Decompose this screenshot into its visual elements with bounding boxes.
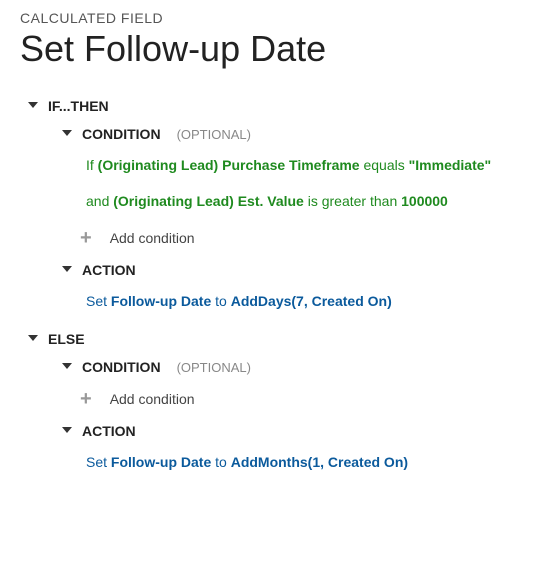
else-condition-header[interactable]: CONDITION (OPTIONAL) <box>62 359 513 375</box>
action-field: Follow-up Date <box>111 293 211 309</box>
if-condition-section: CONDITION (OPTIONAL) If (Originating Lea… <box>62 126 513 248</box>
condition-operator: equals <box>360 157 409 173</box>
add-condition-button[interactable]: + Add condition <box>80 228 513 248</box>
condition-label: CONDITION <box>82 126 161 142</box>
else-condition-section: CONDITION (OPTIONAL) + Add condition <box>62 359 513 409</box>
action-func: AddMonths(1, Created On) <box>231 454 408 470</box>
chevron-down-icon <box>28 335 38 341</box>
chevron-down-icon <box>62 130 72 136</box>
page-title: Set Follow-up Date <box>20 28 513 70</box>
action-prefix: Set <box>86 454 111 470</box>
action-mid: to <box>211 454 230 470</box>
if-then-header[interactable]: IF...THEN <box>28 98 513 114</box>
condition-field: (Originating Lead) Purchase Timeframe <box>98 157 360 173</box>
action-func: AddDays(7, Created On) <box>231 293 392 309</box>
condition-label: CONDITION <box>82 359 161 375</box>
chevron-down-icon <box>62 266 72 272</box>
plus-icon: + <box>80 228 92 248</box>
plus-icon: + <box>80 389 92 409</box>
else-action-line[interactable]: Set Follow-up Date to AddMonths(1, Creat… <box>86 451 513 475</box>
condition-line-1[interactable]: If (Originating Lead) Purchase Timeframe… <box>86 154 513 178</box>
condition-value: 100000 <box>401 193 448 209</box>
chevron-down-icon <box>28 102 38 108</box>
add-condition-label: Add condition <box>110 391 195 407</box>
action-prefix: Set <box>86 293 111 309</box>
if-action-section: ACTION Set Follow-up Date to AddDays(7, … <box>62 262 513 314</box>
page-subtitle: CALCULATED FIELD <box>20 10 513 26</box>
else-action-section: ACTION Set Follow-up Date to AddMonths(1… <box>62 423 513 475</box>
else-action-header[interactable]: ACTION <box>62 423 513 439</box>
chevron-down-icon <box>62 427 72 433</box>
condition-prefix: If <box>86 157 98 173</box>
add-condition-label: Add condition <box>110 230 195 246</box>
condition-value: "Immediate" <box>409 157 492 173</box>
action-label: ACTION <box>82 423 136 439</box>
optional-label: (OPTIONAL) <box>177 127 251 142</box>
if-action-header[interactable]: ACTION <box>62 262 513 278</box>
if-then-label: IF...THEN <box>48 98 109 114</box>
condition-operator: is greater than <box>304 193 401 209</box>
else-section: ELSE CONDITION (OPTIONAL) + Add conditio… <box>28 331 513 475</box>
optional-label: (OPTIONAL) <box>177 360 251 375</box>
action-field: Follow-up Date <box>111 454 211 470</box>
condition-prefix: and <box>86 193 113 209</box>
if-action-line[interactable]: Set Follow-up Date to AddDays(7, Created… <box>86 290 513 314</box>
action-mid: to <box>211 293 230 309</box>
condition-line-2[interactable]: and (Originating Lead) Est. Value is gre… <box>86 190 513 214</box>
add-condition-button[interactable]: + Add condition <box>80 389 513 409</box>
if-then-section: IF...THEN CONDITION (OPTIONAL) If (Origi… <box>28 98 513 313</box>
chevron-down-icon <box>62 363 72 369</box>
else-header[interactable]: ELSE <box>28 331 513 347</box>
condition-field: (Originating Lead) Est. Value <box>113 193 304 209</box>
if-condition-header[interactable]: CONDITION (OPTIONAL) <box>62 126 513 142</box>
else-label: ELSE <box>48 331 85 347</box>
action-label: ACTION <box>82 262 136 278</box>
